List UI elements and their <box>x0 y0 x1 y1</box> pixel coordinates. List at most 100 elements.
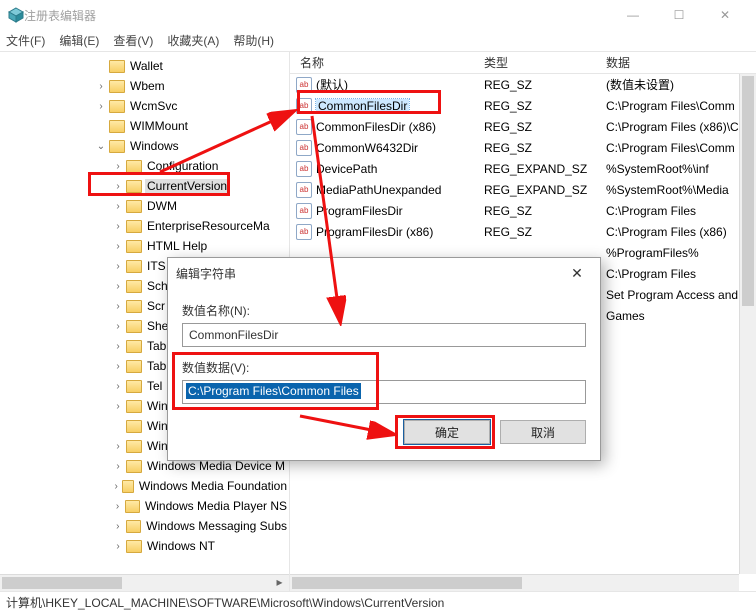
col-data[interactable]: 数据 <box>596 54 756 71</box>
string-value-icon: ab <box>296 77 312 93</box>
tree-item[interactable]: ›Configuration <box>0 156 289 176</box>
tree-item[interactable]: ›Windows Messaging Subs <box>0 516 289 536</box>
list-row[interactable]: abCommonFilesDirREG_SZC:\Program Files\C… <box>290 95 756 116</box>
close-button[interactable]: ✕ <box>702 0 748 30</box>
folder-icon <box>126 240 142 253</box>
list-vscrollbar[interactable] <box>739 74 756 574</box>
value-data: %ProgramFiles% <box>596 246 756 260</box>
tree-item[interactable]: WIMMount <box>0 116 289 136</box>
value-name: ProgramFilesDir <box>316 204 403 218</box>
value-data: C:\Program Files\Comm <box>596 141 756 155</box>
string-value-icon: ab <box>296 119 312 135</box>
list-row[interactable]: abDevicePathREG_EXPAND_SZ%SystemRoot%\in… <box>290 158 756 179</box>
tree-item-label: Tab <box>145 359 168 373</box>
tree-item[interactable]: ›CurrentVersion <box>0 176 289 196</box>
maximize-button[interactable]: ☐ <box>656 0 702 30</box>
tree-item-label: Scr <box>145 299 167 313</box>
tree-item-label: ITS <box>145 259 168 273</box>
dialog-title: 编辑字符串 <box>176 265 562 282</box>
menu-help[interactable]: 帮助(H) <box>233 32 274 49</box>
tree-hscrollbar[interactable]: ▸ <box>0 574 289 591</box>
folder-icon <box>126 440 142 453</box>
list-row[interactable]: ab CommonFilesDir (x86) REG_SZC:\Program F… <box>290 116 756 137</box>
tree-item[interactable]: ›Windows Media Player NS <box>0 496 289 516</box>
col-type[interactable]: 类型 <box>474 54 596 71</box>
value-type: REG_EXPAND_SZ <box>474 162 596 176</box>
list-row[interactable]: abCommonW6432DirREG_SZC:\Program Files\C… <box>290 137 756 158</box>
string-value-icon: ab <box>296 203 312 219</box>
window-title: 注册表编辑器 <box>24 7 610 24</box>
dialog-titlebar[interactable]: 编辑字符串 ✕ <box>168 258 600 288</box>
list-row[interactable]: ab(默认) REG_SZ(数值未设置) <box>290 74 756 95</box>
menubar: 文件(F) 编辑(E) 查看(V) 收藏夹(A) 帮助(H) <box>0 30 756 52</box>
value-type: REG_SZ <box>474 120 596 134</box>
menu-edit[interactable]: 编辑(E) <box>59 32 99 49</box>
string-value-icon: ab <box>296 98 312 114</box>
value-type: REG_SZ <box>474 78 596 92</box>
tree-item[interactable]: ›EnterpriseResourceMa <box>0 216 289 236</box>
value-data: (数值未设置) <box>596 76 756 93</box>
value-type: REG_SZ <box>474 99 596 113</box>
list-row[interactable]: abProgramFilesDir (x86)REG_SZC:\Program … <box>290 221 756 242</box>
folder-icon <box>126 300 142 313</box>
ok-button[interactable]: 确定 <box>404 420 490 444</box>
cancel-button[interactable]: 取消 <box>500 420 586 444</box>
tree-item[interactable]: ›HTML Help <box>0 236 289 256</box>
value-name-field[interactable] <box>182 323 586 347</box>
value-data: C:\Program Files (x86)\C <box>596 120 756 134</box>
menu-file[interactable]: 文件(F) <box>6 32 45 49</box>
tree-item-label: Windows NT <box>145 539 217 553</box>
tree-item-label: DWM <box>145 199 179 213</box>
tree-item-label: Configuration <box>145 159 220 173</box>
value-name: CommonFilesDir (x86) <box>316 120 436 134</box>
col-name[interactable]: 名称 <box>290 54 474 71</box>
tree-item-label: Windows Media Foundation <box>137 479 289 493</box>
list-header: 名称 类型 数据 <box>290 52 756 74</box>
value-type: REG_SZ <box>474 141 596 155</box>
tree-item-label: WcmSvc <box>128 99 179 113</box>
edit-string-dialog: 编辑字符串 ✕ 数值名称(N): 数值数据(V): C:\Program Fil… <box>167 257 601 461</box>
list-hscrollbar[interactable] <box>290 574 739 591</box>
tree-item[interactable]: ›Wbem <box>0 76 289 96</box>
string-value-icon: ab <box>296 161 312 177</box>
value-type: REG_SZ <box>474 204 596 218</box>
tree-item[interactable]: ›DWM <box>0 196 289 216</box>
folder-icon <box>126 160 142 173</box>
value-name: (默认) <box>316 76 348 93</box>
folder-icon <box>126 520 142 533</box>
folder-icon <box>126 460 142 473</box>
folder-icon <box>126 260 142 273</box>
tree-item-label: Windows <box>128 139 181 153</box>
value-data-selection: C:\Program Files\Common Files <box>186 383 361 399</box>
folder-icon <box>125 500 140 513</box>
string-value-icon: ab <box>296 140 312 156</box>
folder-icon <box>126 400 142 413</box>
value-data: %SystemRoot%\inf <box>596 162 756 176</box>
menu-favorites[interactable]: 收藏夹(A) <box>167 32 219 49</box>
value-data: %SystemRoot%\Media <box>596 183 756 197</box>
app-icon <box>8 7 24 23</box>
tree-item[interactable]: ⌄Windows <box>0 136 289 156</box>
minimize-button[interactable]: — <box>610 0 656 30</box>
tree-item[interactable]: ›WcmSvc <box>0 96 289 116</box>
menu-view[interactable]: 查看(V) <box>113 32 153 49</box>
value-name-label: 数值名称(N): <box>182 302 586 319</box>
folder-icon <box>109 140 125 153</box>
folder-icon <box>109 100 125 113</box>
list-row[interactable]: abMediaPathUnexpandedREG_EXPAND_SZ%Syste… <box>290 179 756 200</box>
tree-item[interactable]: ›Windows Media Foundation <box>0 476 289 496</box>
folder-icon <box>126 180 142 193</box>
tree-item[interactable]: ›Windows NT <box>0 536 289 556</box>
tree-item[interactable]: Wallet <box>0 56 289 76</box>
folder-icon <box>126 280 142 293</box>
tree-item-label: Windows Media Device M <box>145 459 287 473</box>
folder-icon <box>109 60 125 73</box>
tree-item-label: Windows Messaging Subs <box>144 519 289 533</box>
folder-icon <box>126 320 142 333</box>
folder-icon <box>126 380 142 393</box>
value-type: REG_SZ <box>474 225 596 239</box>
tree-item-label: EnterpriseResourceMa <box>145 219 272 233</box>
dialog-close-icon[interactable]: ✕ <box>562 265 592 282</box>
value-data: Games <box>596 309 756 323</box>
list-row[interactable]: abProgramFilesDirREG_SZC:\Program Files <box>290 200 756 221</box>
